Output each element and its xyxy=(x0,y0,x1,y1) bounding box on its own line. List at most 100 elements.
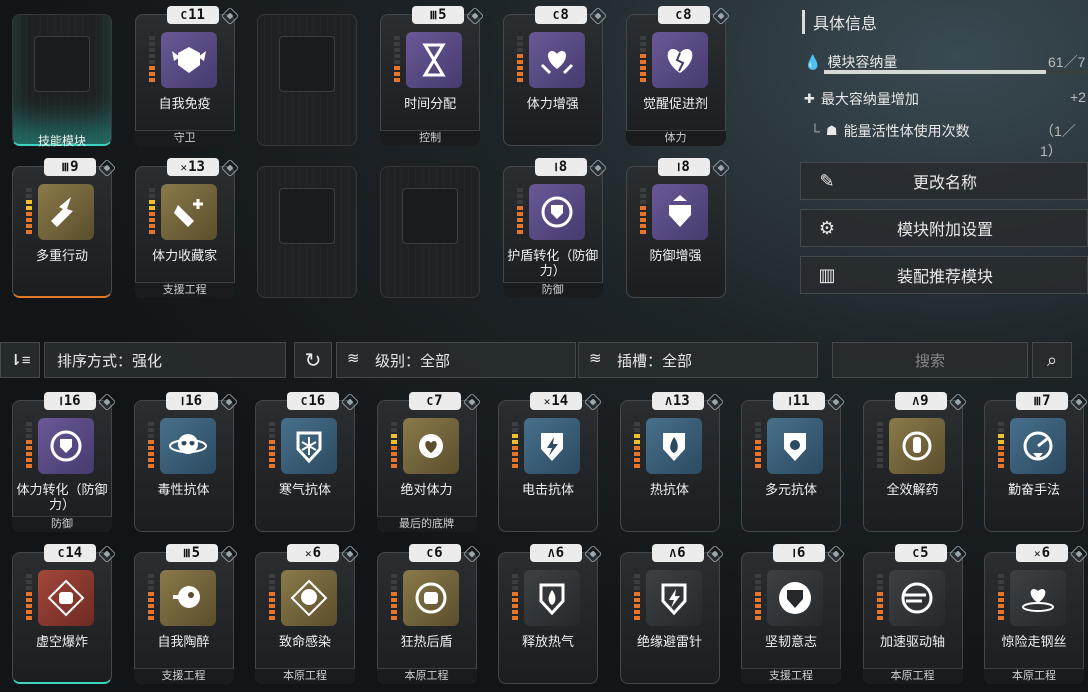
sort-order-button[interactable]: ⇂≡ xyxy=(0,342,40,378)
tier-icon: C xyxy=(57,546,65,560)
module-level: 14 xyxy=(65,545,83,561)
sort-dropdown[interactable]: 排序方式：强化 xyxy=(44,342,286,378)
search-input[interactable]: 搜索 xyxy=(832,342,1028,378)
module-level-tag: Λ6 xyxy=(530,544,582,562)
empty-slot[interactable] xyxy=(380,158,481,298)
module-card[interactable]: ✕ 6 致命感染 本原工程 xyxy=(255,544,360,684)
module-icon-bg xyxy=(159,418,216,474)
shield-up-icon xyxy=(668,195,691,227)
module-icon-bg xyxy=(38,418,94,474)
shield-cycle-icon xyxy=(50,430,82,462)
module-card[interactable]: C 14 虚空爆炸 xyxy=(12,544,117,684)
panel-title: 具体信息 xyxy=(802,10,877,34)
module-card[interactable]: C 6 狂热后盾 本原工程 xyxy=(376,544,481,684)
search-button[interactable]: ⌕ xyxy=(1032,342,1072,378)
wings-shield-icon xyxy=(171,47,206,73)
module-name: 毒性抗体 xyxy=(157,482,210,497)
rank-bars xyxy=(147,422,154,468)
extra-settings-label: 模块附加设置 xyxy=(896,222,993,239)
module-card[interactable]: ✕ 14 电击抗体 xyxy=(498,392,603,532)
tier-icon: Ⅲ xyxy=(182,546,191,560)
empty-slot[interactable] xyxy=(257,158,358,298)
tier-icon: Λ xyxy=(547,546,555,560)
module-card[interactable]: Ⅰ 8 护盾转化（防御力） 防御 xyxy=(502,158,607,298)
slot-dropdown[interactable]: ≋ 插槽：全部 xyxy=(578,342,818,378)
module-category: 支援工程 xyxy=(133,668,234,684)
search-icon: ⌕ xyxy=(1046,349,1058,370)
module-card[interactable]: Ⅰ 16 毒性抗体 xyxy=(133,392,238,532)
chip-placeholder-icon xyxy=(402,188,459,244)
module-card[interactable]: C 5 加速驱动轴 本原工程 xyxy=(862,544,967,684)
tier-icon: Ⅰ xyxy=(554,160,558,174)
module-card[interactable]: Ⅰ 8 防御增强 xyxy=(625,158,730,298)
module-name: 绝对体力 xyxy=(400,482,453,497)
module-card[interactable]: C 7 绝对体力 最后的底牌 xyxy=(376,392,481,532)
module-card[interactable]: Ⅰ 11 多元抗体 xyxy=(741,392,846,532)
tier-icon: C xyxy=(180,8,188,22)
module-level: 7 xyxy=(1042,393,1051,409)
module-name: 觉醒促进剂 xyxy=(642,96,708,111)
empty-slot[interactable] xyxy=(257,6,358,146)
module-card[interactable]: Λ 13 热抗体 xyxy=(619,392,724,532)
module-category: 守卫 xyxy=(134,130,235,146)
module-card[interactable]: Ⅰ 6 坚韧意志 支援工程 xyxy=(741,544,846,684)
module-card[interactable]: Ⅲ 5 时间分配 控制 xyxy=(380,6,485,146)
extra-settings-button[interactable]: ⚙ 模块附加设置 xyxy=(800,209,1088,247)
rank-bars xyxy=(639,188,646,234)
module-level-tag: Ⅰ 16 xyxy=(44,392,96,410)
level-dropdown[interactable]: ≋ 级别：全部 xyxy=(336,342,576,378)
empty-slot[interactable]: 技能模块 xyxy=(12,6,112,148)
module-level-tag: C8 xyxy=(534,6,587,24)
chip-placeholder-icon xyxy=(279,36,336,92)
module-card[interactable]: C 8 体力增强 xyxy=(502,6,607,146)
rename-button[interactable]: ✎ 更改名称 xyxy=(800,162,1088,200)
reset-button[interactable]: ↻ xyxy=(294,342,332,378)
recommend-button[interactable]: ▥ 装配推荐模块 xyxy=(800,256,1088,294)
tree-branch-icon: └ xyxy=(810,123,820,139)
module-card[interactable]: ✕ 13 体力收藏家 支援工程 xyxy=(134,158,239,298)
snowflake-shield-icon xyxy=(296,431,322,464)
module-level: 6 xyxy=(677,545,686,561)
module-card[interactable]: C 8 觉醒促进剂 体力 xyxy=(625,6,730,146)
tier-icon: Ⅲ xyxy=(61,160,70,174)
module-category: 本原工程 xyxy=(376,668,477,684)
module-name: 体力收藏家 xyxy=(152,248,218,263)
bolt-emblem-icon xyxy=(661,583,686,616)
rank-bars xyxy=(394,36,401,82)
tier-icon: C xyxy=(675,8,683,22)
module-card[interactable]: Λ 6 绝缘避雷针 xyxy=(619,544,724,684)
module-card[interactable]: Ⅲ 7 勤奋手法 xyxy=(984,392,1088,532)
rank-bars xyxy=(998,574,1004,620)
module-name: 加速驱动轴 xyxy=(879,634,945,649)
module-icon-bg xyxy=(645,418,702,474)
module-level: 5 xyxy=(920,545,929,561)
module-level-tag: C8 xyxy=(657,6,710,24)
module-name: 全效解药 xyxy=(886,482,939,497)
module-level: 6 xyxy=(312,545,322,561)
module-name: 热抗体 xyxy=(649,482,689,497)
module-icon-bg xyxy=(524,418,580,474)
robot-icon: ☗ xyxy=(825,123,838,138)
module-category: 支援工程 xyxy=(741,668,841,684)
module-card[interactable]: ✕ 6 惊险走钢丝 本原工程 xyxy=(984,544,1088,684)
module-card[interactable]: Ⅲ 5 自我陶醉 支援工程 xyxy=(133,544,238,684)
module-card[interactable]: Λ 6 释放热气 xyxy=(498,544,603,684)
level-label: 级别：全部 xyxy=(375,352,451,370)
capacity-bar-fill xyxy=(824,70,1046,74)
module-icon-bg xyxy=(524,570,580,626)
module-card[interactable]: Ⅲ 9 多重行动 xyxy=(12,158,117,298)
module-card[interactable]: C 11 自我免疫 守卫 xyxy=(134,6,239,146)
module-card[interactable]: C 16 寒气抗体 xyxy=(255,392,360,532)
module-icon-bg xyxy=(160,184,217,240)
heart-rope-icon xyxy=(1022,589,1054,612)
sort-label: 排序方式：强化 xyxy=(57,352,163,370)
module-card[interactable]: Ⅰ 16 体力转化（防御力） 防御 xyxy=(12,392,117,532)
max-capacity-label: 最大容纳量增加 xyxy=(820,91,919,107)
module-name: 寒气抗体 xyxy=(278,482,331,497)
max-capacity-row: ✚ 最大容纳量增加 xyxy=(804,89,919,109)
rank-bars xyxy=(148,188,155,234)
module-card[interactable]: Λ 9 全效解药 xyxy=(862,392,967,532)
rank-bars xyxy=(269,422,275,468)
capacity-bar xyxy=(824,70,1088,74)
chip-placeholder-icon xyxy=(34,36,90,92)
